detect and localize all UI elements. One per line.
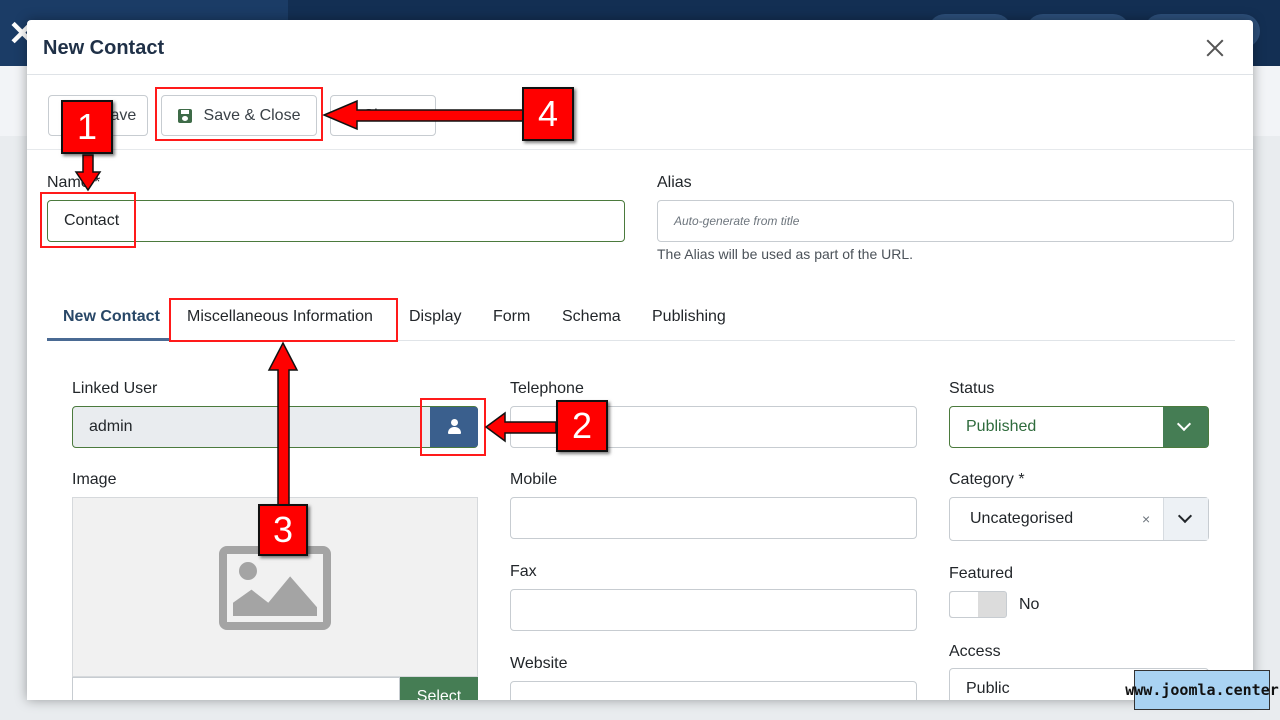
annotation-badge-2: 2 — [556, 400, 608, 452]
annotation-arrows — [74, 99, 557, 506]
annotation-badge-1: 1 — [61, 100, 113, 154]
annotation-badge-4: 4 — [522, 87, 574, 141]
annotation-badge-3: 3 — [258, 504, 308, 556]
arrow-4 — [322, 99, 524, 131]
arrow-3 — [267, 341, 299, 506]
watermark: www.joomla.center — [1125, 670, 1279, 710]
arrow-2 — [484, 411, 557, 443]
arrow-1 — [74, 154, 102, 192]
